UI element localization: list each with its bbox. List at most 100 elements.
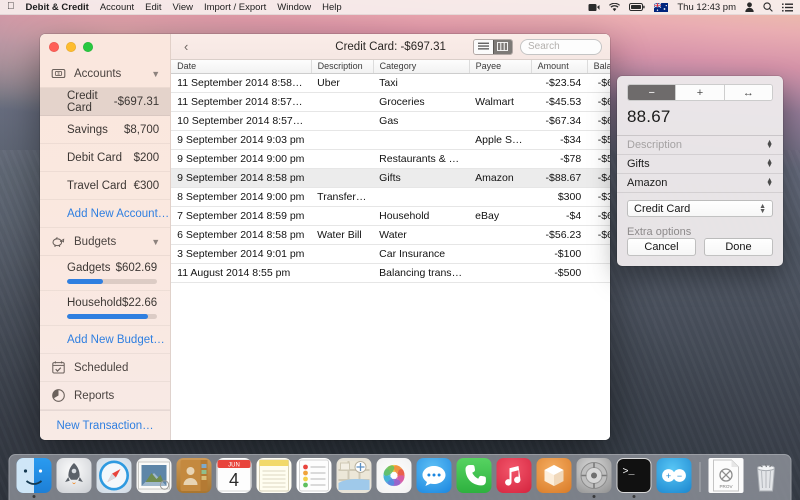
notification-center-icon[interactable] [782, 3, 793, 12]
table-row[interactable]: 11 August 2014 8:55 pmBalancing transact… [171, 264, 610, 283]
account-select[interactable]: Credit Card ▲▼ [627, 200, 773, 217]
dock-item-system-preferences[interactable] [576, 458, 613, 498]
column-header-category[interactable]: Category [373, 60, 469, 74]
reminders-icon[interactable] [297, 458, 332, 493]
dock-item-facetime[interactable] [456, 458, 493, 498]
battery-icon[interactable] [629, 3, 645, 11]
table-row[interactable]: 6 September 2014 8:58 pmWater BillWater-… [171, 226, 610, 245]
column-header-date[interactable]: Date [171, 60, 311, 74]
dock-item-finder[interactable] [16, 458, 53, 498]
cancel-button[interactable]: Cancel [627, 238, 696, 256]
finder-icon[interactable] [17, 458, 52, 493]
payee-input[interactable]: Amazon ▲▼ [617, 174, 783, 193]
sidebar-group-accounts[interactable]: $ Accounts ▼ [40, 60, 170, 88]
stepper-icon[interactable]: ▲▼ [766, 179, 773, 187]
messages-icon[interactable] [417, 458, 452, 493]
maps-icon[interactable] [337, 458, 372, 493]
user-icon[interactable] [745, 2, 754, 12]
app-store-icon[interactable] [537, 458, 572, 493]
calendar-icon[interactable]: JUN4 [217, 458, 252, 493]
menu-app-title[interactable]: Debit & Credit [26, 2, 89, 13]
add-new-budget-link[interactable]: Add New Budget… [40, 326, 170, 354]
plus-icon[interactable]: + [675, 85, 723, 100]
chevron-left-icon[interactable]: ‹ [179, 39, 193, 54]
table-row[interactable]: 3 September 2014 9:01 pmCar Insurance-$1… [171, 245, 610, 264]
sidebar-item-reports[interactable]: Reports [40, 382, 170, 410]
minimize-button[interactable] [66, 42, 76, 52]
column-header-payee[interactable]: Payee [469, 60, 531, 74]
table-row[interactable]: 9 September 2014 9:00 pmRestaurants & Ca… [171, 150, 610, 169]
photos-icon[interactable] [377, 458, 412, 493]
dock-item-calendar[interactable]: JUN4 [216, 458, 253, 498]
dock-item-maps[interactable] [336, 458, 373, 498]
dock-item-trash[interactable] [748, 458, 785, 498]
menu-item-help[interactable]: Help [322, 2, 342, 13]
add-new-account-link[interactable]: Add New Account… [40, 200, 170, 228]
wifi-icon[interactable] [609, 3, 620, 12]
transactions-table-container[interactable]: Date Description Category Payee Amount B… [171, 60, 610, 440]
facetime-icon[interactable] [457, 458, 492, 493]
sidebar-item-budget-gadgets[interactable]: Gadgets $602.69 [40, 256, 170, 291]
dock-item-mail[interactable] [136, 458, 173, 498]
chevron-down-icon[interactable]: ▼ [151, 69, 160, 79]
sidebar-item-budget-household[interactable]: Household $22.66 [40, 291, 170, 326]
dock-item-safari[interactable] [96, 458, 133, 498]
terminal-icon[interactable]: >_ [617, 458, 652, 493]
sidebar-item-travel-card[interactable]: Travel Card €300 [40, 172, 170, 200]
menu-item-account[interactable]: Account [100, 2, 134, 13]
table-row[interactable]: 11 September 2014 8:57 pmGroceriesWalmar… [171, 93, 610, 112]
contacts-icon[interactable] [177, 458, 212, 493]
chevron-down-icon[interactable]: ▼ [151, 237, 160, 247]
dock-item-itunes[interactable] [496, 458, 533, 498]
screen-record-icon[interactable] [588, 3, 600, 12]
mail-icon[interactable] [137, 458, 172, 493]
table-row[interactable]: 11 September 2014 8:58 pmUberTaxi-$23.54… [171, 74, 610, 93]
menu-item-window[interactable]: Window [277, 2, 311, 13]
dock-item-terminal[interactable]: >_ [616, 458, 653, 498]
sidebar-item-scheduled[interactable]: Scheduled [40, 354, 170, 382]
column-view-icon[interactable] [493, 40, 512, 54]
menubar-clock[interactable]: Thu 12:43 pm [677, 2, 736, 13]
dock-item-document-file[interactable]: PROV [708, 458, 745, 498]
description-input[interactable]: Description ▲▼ [617, 135, 783, 154]
dock-item-notes[interactable] [256, 458, 293, 498]
apple-logo-icon[interactable]:  [7, 2, 15, 12]
sidebar-item-debit-card[interactable]: Debit Card $200 [40, 144, 170, 172]
minus-icon[interactable]: − [628, 85, 675, 100]
dock-item-debit-and-credit[interactable]: +− [656, 458, 693, 498]
category-input[interactable]: Gifts ▲▼ [617, 155, 783, 174]
column-header-amount[interactable]: Amount [531, 60, 587, 74]
stepper-icon[interactable]: ▲▼ [766, 141, 773, 149]
zoom-button[interactable] [83, 42, 93, 52]
menu-item-import-export[interactable]: Import / Export [204, 2, 266, 13]
notes-icon[interactable] [257, 458, 292, 493]
document-file-icon[interactable]: PROV [709, 458, 744, 493]
sidebar-group-budgets[interactable]: Budgets ▼ [40, 228, 170, 256]
dock-item-launchpad[interactable] [56, 458, 93, 498]
list-view-icon[interactable] [474, 40, 493, 54]
table-row[interactable]: 7 September 2014 8:59 pmHouseholdeBay-$4… [171, 207, 610, 226]
dock-item-reminders[interactable] [296, 458, 333, 498]
search-input[interactable]: Search [520, 39, 602, 55]
dock-item-messages[interactable] [416, 458, 453, 498]
table-row[interactable]: 9 September 2014 9:03 pmApple Store-$34-… [171, 131, 610, 150]
itunes-icon[interactable] [497, 458, 532, 493]
system-preferences-icon[interactable] [577, 458, 612, 493]
close-button[interactable] [49, 42, 59, 52]
trash-icon[interactable] [749, 458, 784, 493]
column-header-description[interactable]: Description [311, 60, 373, 74]
amount-input[interactable]: 88.67 [617, 101, 783, 135]
table-row[interactable]: 10 September 2014 8:57 pmGas-$67.34-$628… [171, 112, 610, 131]
dock-item-app-store[interactable] [536, 458, 573, 498]
dock-item-photos[interactable] [376, 458, 413, 498]
menu-item-view[interactable]: View [173, 2, 193, 13]
spotlight-search-icon[interactable] [763, 2, 773, 12]
column-header-balance[interactable]: Balance [587, 60, 610, 74]
dock-item-contacts[interactable] [176, 458, 213, 498]
sidebar-item-savings[interactable]: Savings $8,700 [40, 116, 170, 144]
new-transaction-link[interactable]: New Transaction… [40, 410, 170, 440]
table-row[interactable]: 9 September 2014 8:58 pmGiftsAmazon-$88.… [171, 169, 610, 188]
australia-flag-icon[interactable] [654, 3, 668, 12]
launchpad-icon[interactable] [57, 458, 92, 493]
menu-item-edit[interactable]: Edit [145, 2, 161, 13]
